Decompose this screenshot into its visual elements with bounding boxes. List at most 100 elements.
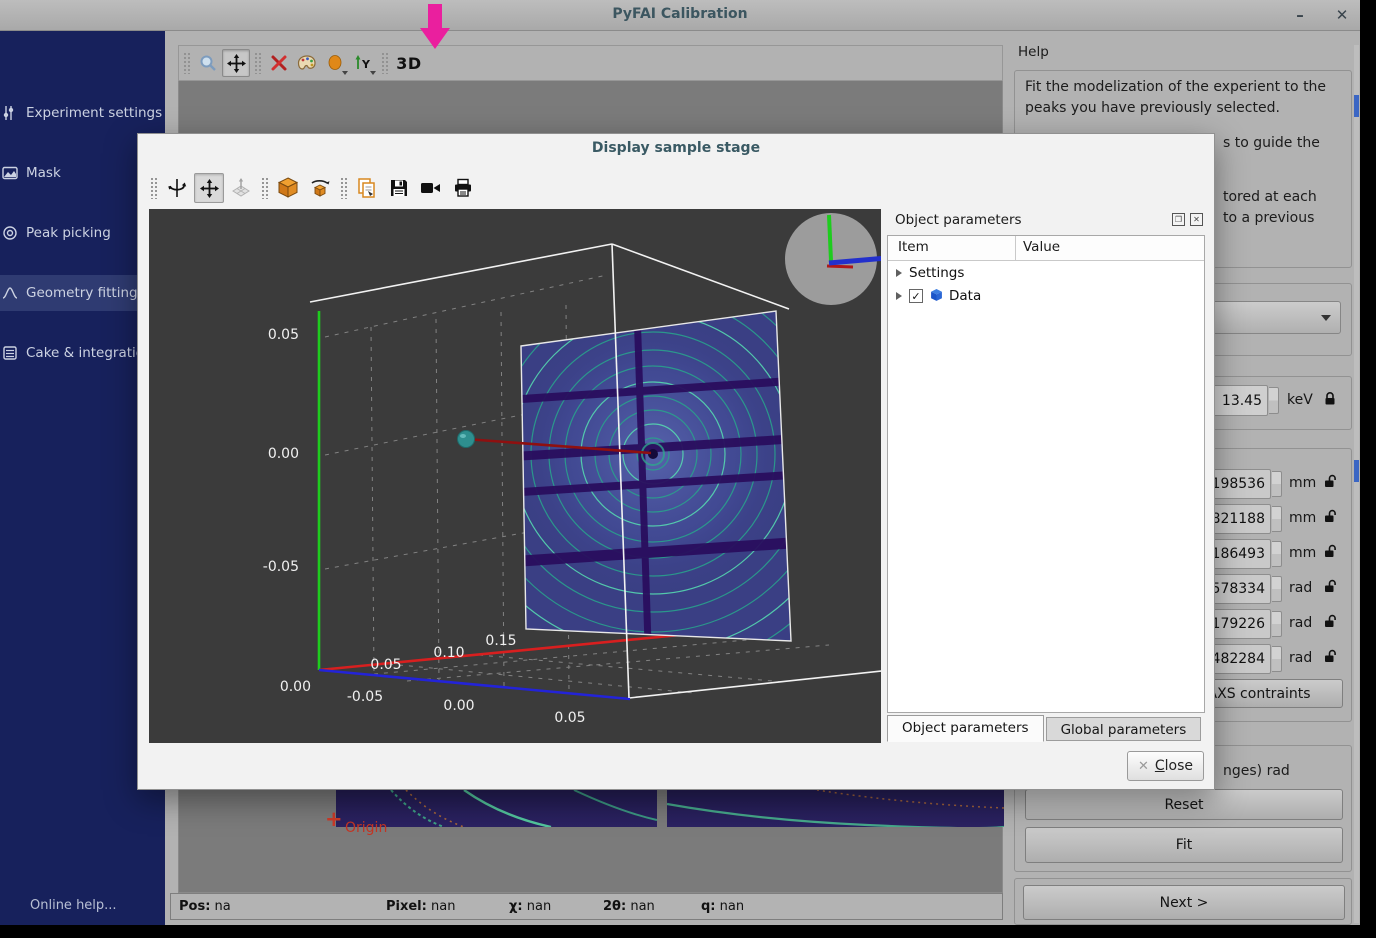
annotation-arrow-icon — [418, 4, 452, 50]
save-icon — [389, 178, 409, 198]
energy-unit-label: keV — [1287, 392, 1313, 408]
lock-open-icon[interactable] — [1323, 544, 1337, 559]
lock-open-icon[interactable] — [1323, 579, 1337, 594]
toolbar-grip[interactable] — [254, 52, 261, 74]
origin-label: Origin — [345, 820, 387, 836]
toolbar-grip[interactable] — [150, 177, 157, 199]
tab-global-parameters[interactable]: Global parameters — [1046, 717, 1202, 741]
y-axis-orientation-button[interactable]: Y — [349, 49, 377, 77]
spin-buttons[interactable] — [1272, 576, 1282, 602]
expander-icon[interactable] — [896, 269, 902, 277]
scrollbar-mark — [1354, 460, 1359, 482]
rotate-icon — [166, 177, 188, 199]
video-camera-icon — [420, 179, 442, 197]
toolbar-grip[interactable] — [381, 52, 388, 74]
sidebar-item-label: Experiment settings — [26, 105, 162, 121]
3d-button-label: 3D — [396, 54, 421, 73]
column-value[interactable]: Value — [1023, 239, 1060, 255]
grid-plane-icon — [230, 177, 252, 199]
pan-icon — [227, 54, 246, 73]
save-button[interactable] — [384, 173, 414, 203]
toolbar-grip[interactable] — [340, 177, 347, 199]
peak-curve-icon — [2, 285, 18, 301]
printer-icon — [453, 178, 473, 198]
lock-open-icon[interactable] — [1323, 614, 1337, 629]
range-label-fragment: nges) rad — [1223, 763, 1290, 779]
bounding-box-button[interactable] — [273, 173, 303, 203]
clear-button[interactable] — [265, 49, 293, 77]
copy-snapshot-button[interactable] — [352, 173, 382, 203]
lock-closed-icon[interactable] — [1323, 391, 1337, 406]
scrollbar-mark — [1354, 95, 1359, 117]
tree-column-headers: Item Value — [888, 236, 1204, 261]
float-panel-icon[interactable]: ❐ — [1172, 213, 1185, 226]
expander-icon[interactable] — [896, 292, 902, 300]
close-x-icon: ✕ — [1138, 759, 1149, 774]
tree-row-data[interactable]: ✓ Data — [888, 284, 1204, 307]
rotate-view-button[interactable] — [162, 173, 192, 203]
close-button[interactable]: ✕ — [1330, 4, 1354, 26]
sliders-icon — [2, 105, 18, 121]
reset-button[interactable]: Reset — [1025, 789, 1343, 820]
dialog-close-button[interactable]: ✕ Close — [1127, 751, 1204, 781]
column-divider[interactable] — [1015, 236, 1016, 260]
energy-spin-buttons[interactable] — [1269, 387, 1279, 414]
dock-tabs: Object parameters Global parameters — [887, 715, 1203, 742]
column-item[interactable]: Item — [898, 239, 929, 255]
pan-tool-button[interactable] — [222, 49, 250, 77]
toolbar-grip[interactable] — [261, 177, 268, 199]
status-q-value: nan — [720, 899, 744, 914]
print-button[interactable] — [448, 173, 478, 203]
lock-open-icon[interactable] — [1323, 474, 1337, 489]
help-section-title: Help — [1018, 44, 1049, 60]
sample-sphere — [458, 431, 475, 448]
window-titlebar[interactable]: PyFAI Calibration – ✕ — [0, 0, 1360, 31]
sidebar-item-experiment-settings[interactable]: Experiment settings — [0, 95, 165, 131]
next-button[interactable]: Next > — [1023, 885, 1345, 920]
fit-button[interactable]: Fit — [1025, 827, 1343, 863]
online-help-link[interactable]: Online help... — [30, 898, 117, 913]
x-tick-label: 0.15 — [485, 633, 516, 649]
z-tick-label: -0.05 — [263, 559, 299, 575]
data-visibility-checkbox[interactable]: ✓ — [909, 289, 923, 303]
plane-select-button[interactable] — [226, 173, 256, 203]
palette-icon — [297, 54, 317, 72]
spin-buttons[interactable] — [1272, 506, 1282, 532]
object-parameters-dock: Object parameters ❐ ✕ Item Value Setting… — [887, 211, 1205, 713]
unit-label: mm — [1289, 510, 1316, 526]
lock-open-icon[interactable] — [1323, 509, 1337, 524]
close-panel-icon[interactable]: ✕ — [1190, 213, 1203, 226]
minimize-button[interactable]: – — [1288, 4, 1312, 26]
record-video-button[interactable] — [416, 173, 446, 203]
copy-icon — [356, 177, 378, 199]
help-text-fragment: tored at each — [1223, 189, 1317, 205]
dialog-title: Display sample stage — [138, 140, 1214, 156]
panel-scrollbar[interactable] — [1354, 45, 1359, 923]
sidebar-item-label: Cake & integration — [26, 345, 153, 361]
unit-label: mm — [1289, 475, 1316, 491]
spin-buttons[interactable] — [1272, 646, 1282, 672]
cube-orientation-button[interactable] — [305, 173, 335, 203]
y-tick-label: 0.00 — [443, 698, 474, 714]
tree-row-settings[interactable]: Settings — [888, 261, 1204, 284]
3d-visualization-button[interactable]: 3D — [392, 49, 426, 77]
pan-view-button[interactable] — [194, 173, 224, 203]
spin-buttons[interactable] — [1272, 611, 1282, 637]
spin-buttons[interactable] — [1272, 541, 1282, 567]
dialog-toolbar — [146, 168, 479, 208]
3d-viewport[interactable]: 0.05 0.00 -0.05 0.00 0.05 0.10 0.15 -0.0… — [149, 209, 881, 743]
window-title: PyFAI Calibration — [0, 6, 1360, 22]
spin-buttons[interactable] — [1272, 471, 1282, 497]
next-group-box: Next > — [1014, 878, 1352, 925]
parameters-tree: Item Value Settings ✓ Data — [887, 235, 1205, 713]
points-style-button[interactable] — [321, 49, 349, 77]
cube-rotate-icon — [308, 176, 332, 200]
lock-open-icon[interactable] — [1323, 649, 1337, 664]
colormap-button[interactable] — [293, 49, 321, 77]
unit-label: rad — [1289, 580, 1312, 596]
help-text-fragment: to a previous — [1223, 210, 1314, 226]
tab-object-parameters[interactable]: Object parameters — [887, 715, 1044, 742]
status-bar: Pos: na Pixel: nan χ: nan 2θ: nan q: nan — [170, 893, 1003, 920]
zoom-tool-button[interactable] — [194, 49, 222, 77]
toolbar-grip[interactable] — [183, 52, 190, 74]
